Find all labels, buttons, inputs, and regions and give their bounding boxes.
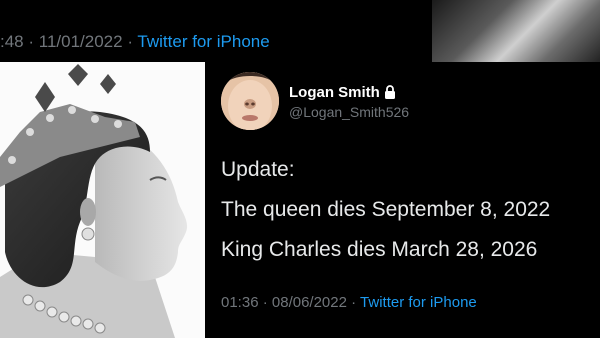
display-name-text: Logan Smith xyxy=(289,84,380,101)
tweet-text-line-1: Update: xyxy=(221,158,295,181)
tweet-source-link[interactable]: Twitter for iPhone xyxy=(360,294,477,311)
tweet-card: Logan Smith @Logan_Smith526 Update: The … xyxy=(205,62,600,338)
tweet-meta: 01:36 · 08/06/2022 · Twitter for iPhone xyxy=(221,294,477,311)
tweet-date[interactable]: 08/06/2022 xyxy=(272,294,347,311)
tweet-meta-separator-1: · xyxy=(262,294,268,311)
avatar-photo xyxy=(221,72,279,130)
tweet-text-line-3: King Charles dies March 28, 2026 xyxy=(221,238,538,261)
tweet-time[interactable]: 01:36 xyxy=(221,294,259,311)
previous-tweet-time: :48 xyxy=(0,32,24,51)
avatar[interactable] xyxy=(221,72,279,130)
display-name[interactable]: Logan Smith xyxy=(289,84,396,103)
user-handle[interactable]: @Logan_Smith526 xyxy=(289,104,409,120)
cropped-photo-top-right xyxy=(432,0,600,62)
previous-tweet-footer: :48 · 11/01/2022 · Twitter for iPhone xyxy=(0,0,430,62)
queen-portrait-photo xyxy=(0,62,205,338)
portrait-illustration xyxy=(0,62,205,338)
lock-icon xyxy=(384,85,396,103)
previous-tweet-meta: :48 · 11/01/2022 · Twitter for iPhone xyxy=(0,32,270,51)
previous-tweet-date[interactable]: 11/01/2022 xyxy=(39,32,123,51)
previous-tweet-source-link[interactable]: Twitter for iPhone xyxy=(137,32,269,51)
tweet-text-line-2: The queen dies September 8, 2022 xyxy=(221,198,551,221)
